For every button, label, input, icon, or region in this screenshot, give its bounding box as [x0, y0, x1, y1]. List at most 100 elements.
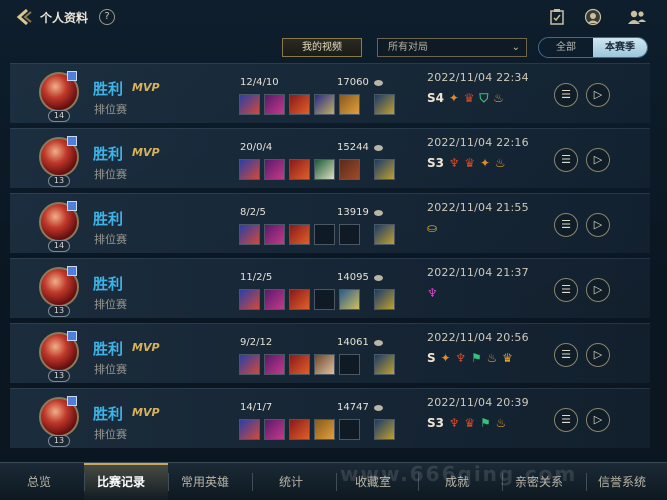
wing-icon: ♆ — [427, 286, 438, 300]
item-slot — [289, 354, 310, 375]
details-list-icon[interactable]: ☰ — [554, 278, 578, 302]
match-result: 胜利 — [93, 405, 124, 423]
match-type-value: 所有对局 — [388, 42, 428, 53]
back-icon[interactable] — [14, 7, 34, 27]
replay-play-icon[interactable]: ▷ — [586, 213, 610, 237]
item-slot — [264, 289, 285, 310]
nav-divider — [586, 473, 587, 491]
match-time: 2022/11/04 22:16 — [427, 136, 529, 149]
item-slot — [339, 159, 360, 180]
kda: 11/2/5 — [240, 272, 273, 283]
clipboard-check-icon[interactable] — [548, 8, 566, 26]
item-slot — [314, 419, 335, 440]
flag-icon: ⚑ — [480, 416, 491, 430]
hero-level: 13 — [48, 305, 70, 317]
achievement-badges: ⛀ — [427, 221, 438, 237]
multikill-icon: ♛ — [464, 156, 476, 170]
watermark: www.666qing.com — [340, 462, 578, 486]
item-slot-empty — [314, 289, 335, 310]
hero-level: 14 — [48, 110, 70, 122]
help-icon[interactable]: ? — [99, 9, 115, 25]
match-time: 2022/11/04 22:34 — [427, 71, 529, 84]
tab-overview[interactable]: 总览 — [27, 473, 51, 490]
multikill-icon: ♛ — [464, 416, 476, 430]
match-row[interactable]: 13 胜利 MVP 排位赛 9/2/12 14061 2022/11/04 20… — [10, 323, 650, 383]
season-toggle: 全部 本赛季 — [538, 37, 648, 58]
match-result: 胜利 — [93, 275, 124, 293]
my-video-button[interactable]: 我的视频 — [282, 38, 362, 57]
kda: 8/2/5 — [240, 207, 266, 218]
gold-amount: 15244 — [337, 142, 369, 153]
match-time: 2022/11/04 21:55 — [427, 201, 529, 214]
tab-match-history[interactable]: 比赛记录 — [97, 473, 145, 490]
item-slot — [339, 289, 360, 310]
item-slot — [339, 94, 360, 115]
achievement-badges: S ✦ ♆ ⚑ ♨ ♛ — [427, 351, 514, 367]
details-list-icon[interactable]: ☰ — [554, 83, 578, 107]
hero-badge-icon — [67, 71, 77, 81]
badge-text: S4 — [427, 91, 444, 105]
hero-badge-icon — [67, 396, 77, 406]
item-slot — [374, 354, 395, 375]
item-slot — [374, 94, 395, 115]
item-slot — [239, 94, 260, 115]
mvp-label: MVP — [132, 81, 160, 94]
item-slot — [289, 224, 310, 245]
item-slot — [264, 354, 285, 375]
item-slot — [239, 289, 260, 310]
wing-icon: ♆ — [448, 416, 460, 430]
flame-icon: ♨ — [486, 351, 498, 365]
replay-play-icon[interactable]: ▷ — [586, 83, 610, 107]
hero-badge-icon — [67, 201, 77, 211]
match-row[interactable]: 13 胜利 MVP 排位赛 14/1/7 14747 2022/11/04 20… — [10, 388, 650, 448]
replay-play-icon[interactable]: ▷ — [586, 343, 610, 367]
profile-medal-icon[interactable] — [584, 8, 602, 26]
kill-streak-icon: ✦ — [440, 351, 451, 365]
flame-icon: ♨ — [494, 156, 506, 170]
match-type-dropdown[interactable]: 所有对局 ⌄ — [377, 38, 527, 57]
match-row[interactable]: 14 胜利 MVP 排位赛 12/4/10 17060 2022/11/04 2… — [10, 63, 650, 123]
match-result: 胜利 — [93, 145, 124, 163]
details-list-icon[interactable]: ☰ — [554, 408, 578, 432]
match-time: 2022/11/04 20:56 — [427, 331, 529, 344]
replay-play-icon[interactable]: ▷ — [586, 278, 610, 302]
replay-play-icon[interactable]: ▷ — [586, 148, 610, 172]
season-tab-all[interactable]: 全部 — [539, 38, 593, 57]
top-bar: 个人资料 ? — [0, 0, 667, 34]
item-slot — [374, 419, 395, 440]
item-slot — [264, 94, 285, 115]
game-mode: 排位赛 — [94, 233, 127, 246]
tab-stats[interactable]: 统计 — [279, 473, 303, 490]
gold-icon — [374, 145, 383, 151]
item-slot-empty — [314, 224, 335, 245]
hero-level: 14 — [48, 240, 70, 252]
match-time: 2022/11/04 20:39 — [427, 396, 529, 409]
tab-favorite-heroes[interactable]: 常用英雄 — [181, 473, 229, 490]
hero-level: 13 — [48, 175, 70, 187]
gold-coins-icon: ⛀ — [427, 221, 438, 235]
replay-play-icon[interactable]: ▷ — [586, 408, 610, 432]
details-list-icon[interactable]: ☰ — [554, 343, 578, 367]
item-slot — [289, 159, 310, 180]
friends-icon[interactable] — [627, 8, 646, 26]
item-slot — [239, 159, 260, 180]
match-row[interactable]: 13 胜利 排位赛 11/2/5 14095 2022/11/04 21:37 … — [10, 258, 650, 318]
hero-level: 13 — [48, 370, 70, 382]
item-slot-empty — [339, 419, 360, 440]
item-slot — [239, 419, 260, 440]
tab-reputation[interactable]: 信誉系统 — [598, 473, 646, 490]
hero-badge-icon — [67, 136, 77, 146]
season-tab-current[interactable]: 本赛季 — [593, 38, 647, 57]
match-row[interactable]: 13 胜利 MVP 排位赛 20/0/4 15244 2022/11/04 22… — [10, 128, 650, 188]
match-row[interactable]: 14 胜利 排位赛 8/2/5 13919 2022/11/04 21:55 ⛀… — [10, 193, 650, 253]
badge-text: S3 — [427, 416, 444, 430]
item-slot — [264, 419, 285, 440]
gold-icon — [374, 275, 383, 281]
details-list-icon[interactable]: ☰ — [554, 213, 578, 237]
nav-divider — [252, 473, 253, 491]
item-slot — [314, 94, 335, 115]
item-slot — [374, 224, 395, 245]
item-slot — [374, 159, 395, 180]
item-slot — [239, 354, 260, 375]
details-list-icon[interactable]: ☰ — [554, 148, 578, 172]
